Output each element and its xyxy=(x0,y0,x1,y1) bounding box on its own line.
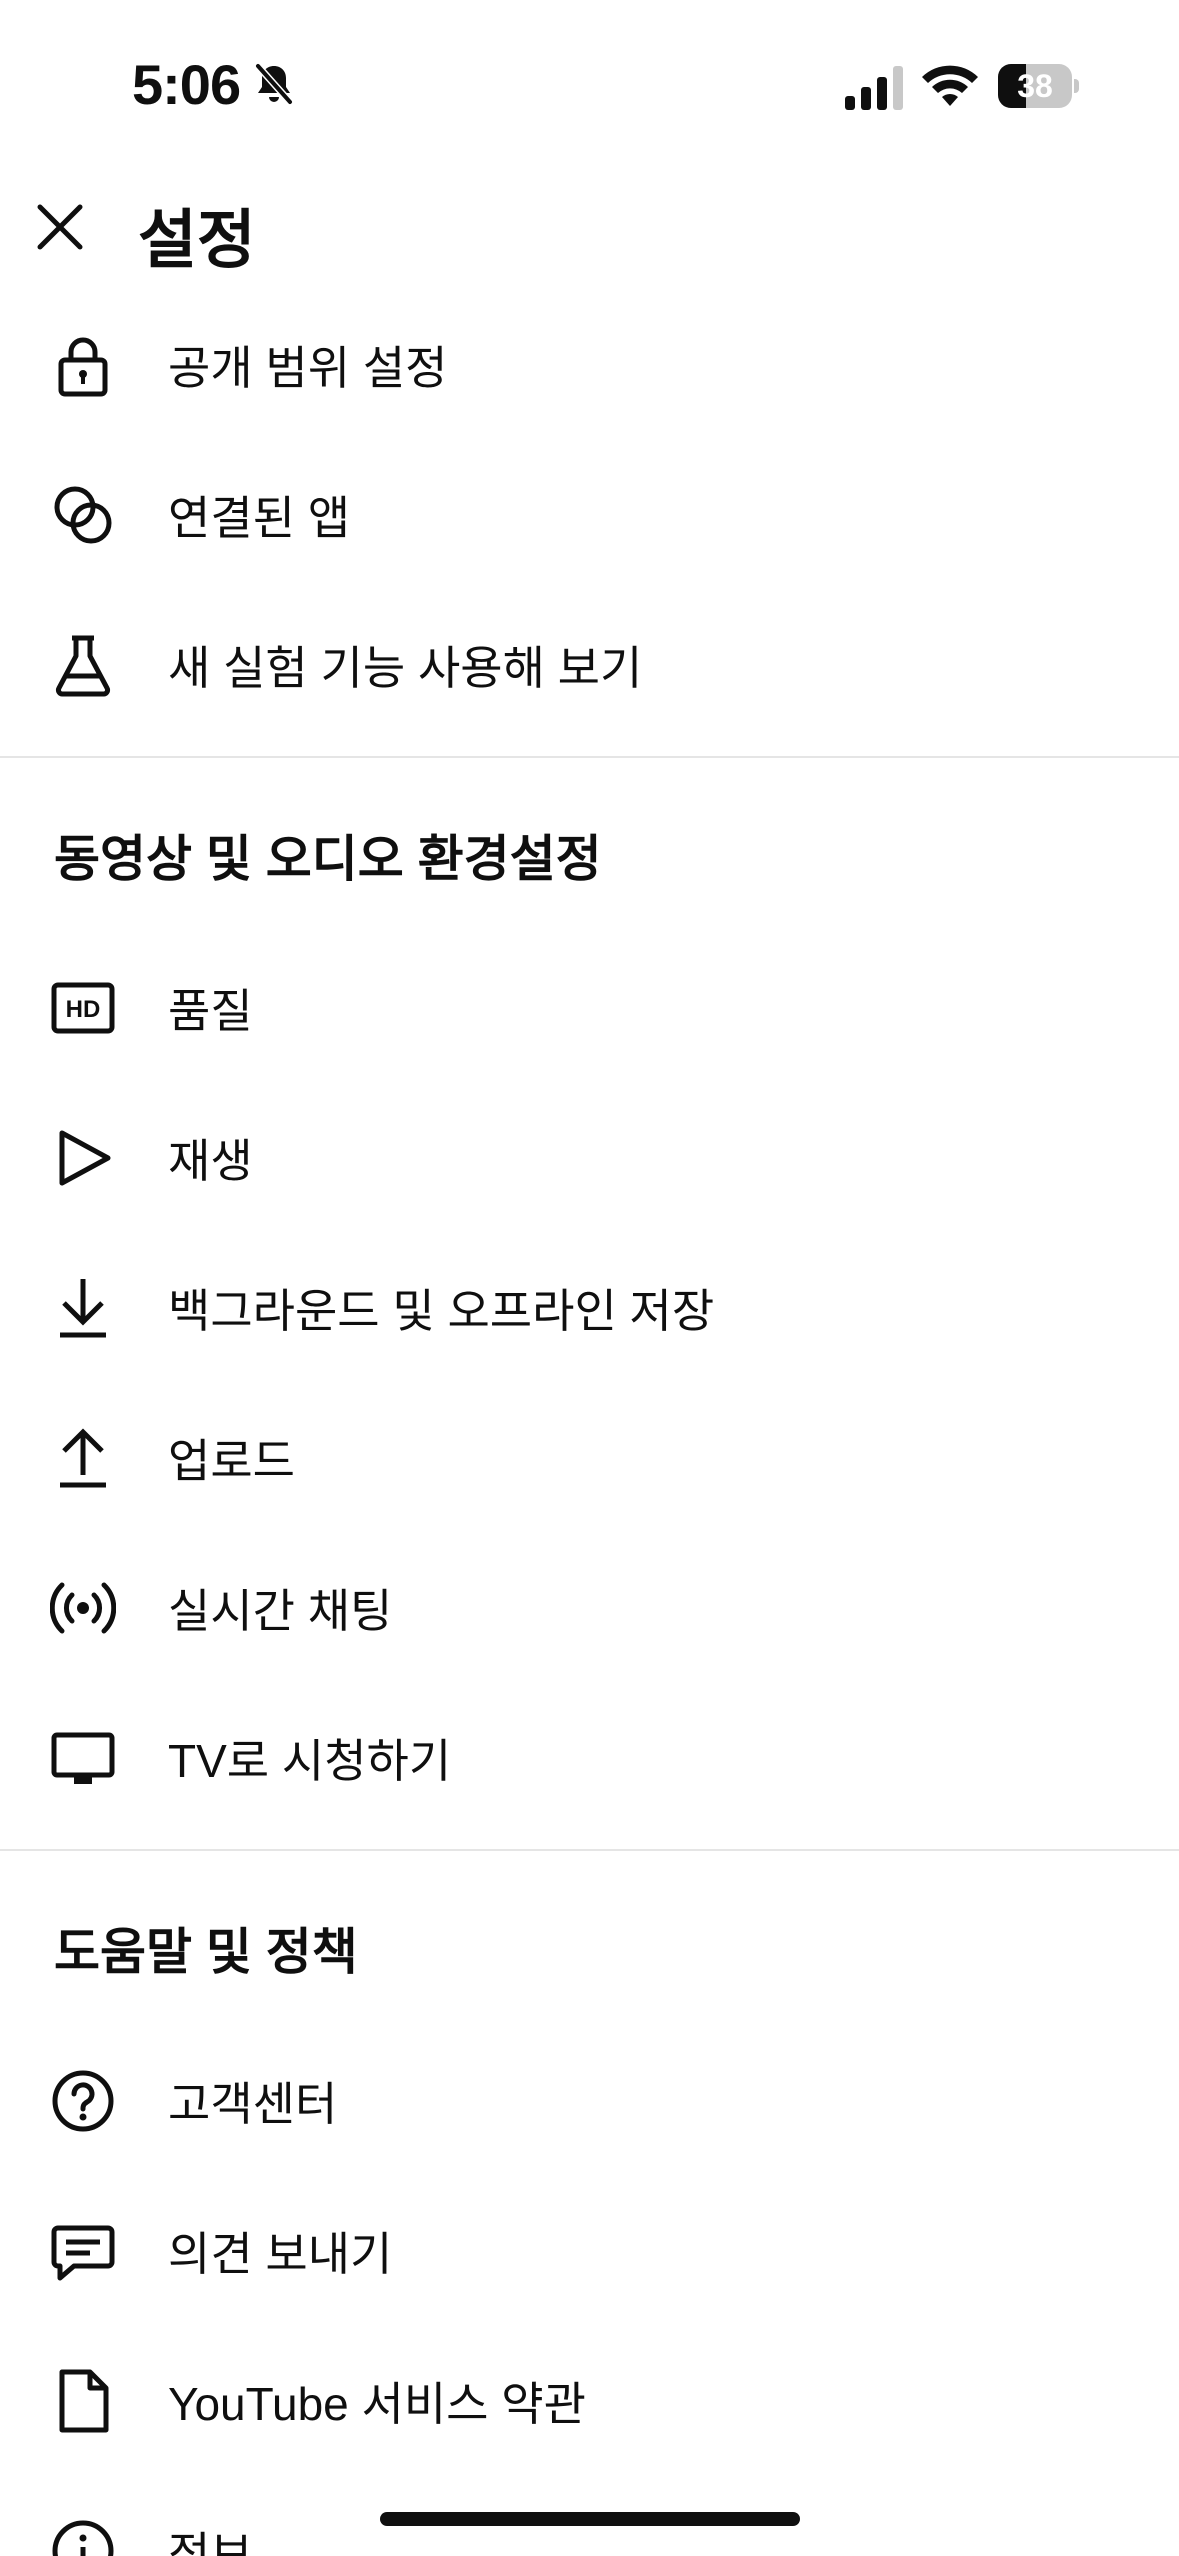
settings-item-label: 백그라운드 및 오프라인 저장 xyxy=(168,1285,715,1337)
play-icon xyxy=(50,1125,116,1191)
info-icon xyxy=(50,2518,116,2556)
download-icon xyxy=(50,1275,116,1341)
settings-item-label: 연결된 앱 xyxy=(168,492,351,544)
settings-item-background-offline[interactable]: 백그라운드 및 오프라인 저장 xyxy=(0,1233,1179,1383)
home-indicator[interactable] xyxy=(380,2512,800,2526)
settings-item-connected-apps[interactable]: 연결된 앱 xyxy=(0,440,1179,590)
settings-item-upload[interactable]: 업로드 xyxy=(0,1383,1179,1533)
page-title: 설정 xyxy=(138,204,256,276)
live-broadcast-icon xyxy=(50,1575,116,1641)
settings-item-watch-on-tv[interactable]: TV로 시청하기 xyxy=(0,1683,1179,1833)
settings-item-experiments[interactable]: 새 실험 기능 사용해 보기 xyxy=(0,590,1179,740)
hd-icon: HD xyxy=(50,975,116,1041)
settings-item-quality[interactable]: HD 품질 xyxy=(0,933,1179,1083)
battery-percent: 38 xyxy=(1017,68,1053,104)
status-bar: 5:06 38 xyxy=(0,0,1179,175)
settings-item-label: 정보 xyxy=(168,2528,253,2556)
svg-text:HD: HD xyxy=(66,996,101,1023)
settings-item-label: 업로드 xyxy=(168,1435,295,1487)
tv-icon xyxy=(50,1725,116,1791)
linked-circles-icon xyxy=(50,482,116,548)
battery-indicator: 38 xyxy=(998,64,1079,108)
wifi-icon xyxy=(922,65,978,106)
flask-icon xyxy=(50,632,116,698)
lock-icon xyxy=(50,332,116,398)
settings-list: 공개 범위 설정 연결된 앱 새 실험 기능 사용해 보기 동영상 및 오디오 … xyxy=(0,290,1179,2556)
bell-off-icon xyxy=(255,63,293,105)
cellular-signal-icon xyxy=(845,66,903,110)
feedback-icon xyxy=(50,2218,116,2284)
settings-item-help-center[interactable]: 고객센터 xyxy=(0,2026,1179,2176)
settings-item-label: TV로 시청하기 xyxy=(168,1735,452,1787)
header: 설정 xyxy=(0,175,1179,280)
status-time: 5:06 xyxy=(132,53,241,116)
upload-icon xyxy=(50,1425,116,1491)
settings-item-label: 실시간 채팅 xyxy=(168,1585,393,1637)
section-title-help: 도움말 및 정책 xyxy=(54,1924,358,1980)
help-circle-icon xyxy=(50,2068,116,2134)
settings-item-label: 공개 범위 설정 xyxy=(168,342,448,394)
settings-item-label: 고객센터 xyxy=(168,2078,338,2130)
settings-item-playback[interactable]: 재생 xyxy=(0,1083,1179,1233)
settings-item-label: 재생 xyxy=(168,1135,253,1187)
close-icon xyxy=(37,204,83,250)
close-button[interactable] xyxy=(28,195,92,259)
section-title-video: 동영상 및 오디오 환경설정 xyxy=(54,831,602,887)
settings-item-privacy[interactable]: 공개 범위 설정 xyxy=(0,290,1179,440)
settings-item-label: 새 실험 기능 사용해 보기 xyxy=(168,642,643,694)
settings-item-label: 의견 보내기 xyxy=(168,2228,393,2280)
settings-item-label: 품질 xyxy=(168,985,253,1037)
settings-item-send-feedback[interactable]: 의견 보내기 xyxy=(0,2176,1179,2326)
settings-item-live-chat[interactable]: 실시간 채팅 xyxy=(0,1533,1179,1683)
settings-item-terms-of-service[interactable]: YouTube 서비스 약관 xyxy=(0,2326,1179,2476)
document-icon xyxy=(50,2368,116,2434)
settings-item-label: YouTube 서비스 약관 xyxy=(168,2378,586,2430)
